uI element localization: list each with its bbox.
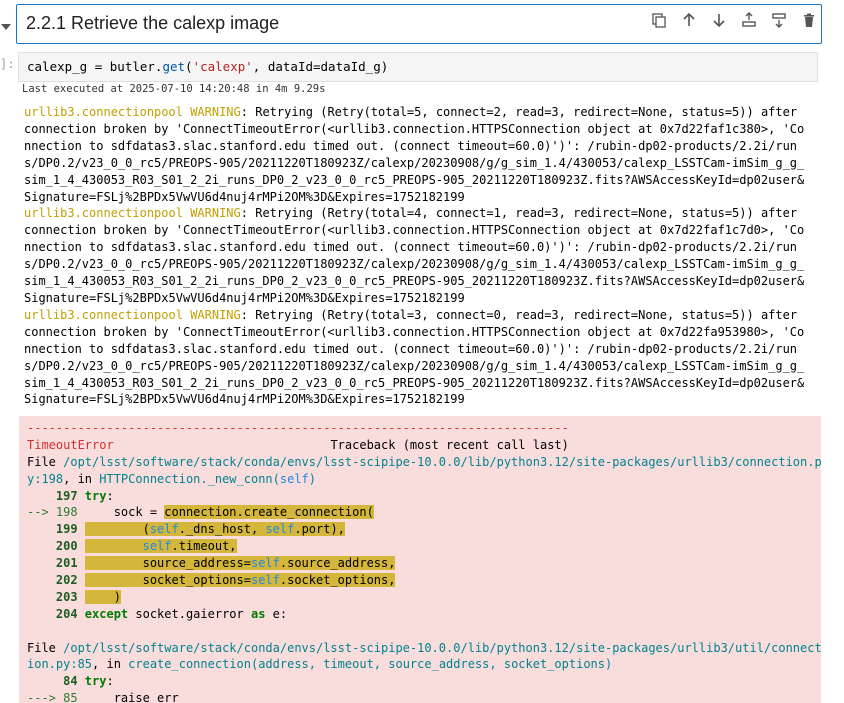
traceback-code-line: 204 except socket.gaierror as e:: [27, 606, 288, 621]
code-line: calexp_g = butler.get('calexp', dataId=d…: [27, 59, 389, 74]
move-down-icon[interactable]: [706, 8, 732, 32]
warning-line: nnection to sdfdatas3.slac.stanford.edu …: [24, 138, 798, 153]
traceback-code-line: 200 self.timeout,: [27, 539, 237, 554]
warning-line: nnection to sdfdatas3.slac.stanford.edu …: [24, 341, 798, 356]
traceback-code-line: 203 ): [27, 589, 121, 604]
cell-prompt: ]:: [0, 57, 15, 71]
execution-time: Last executed at 2025-07-10 14:20:48 in …: [22, 83, 326, 95]
traceback-panel: ----------------------------------------…: [19, 416, 821, 703]
traceback-frame-file: ion.py:85, in create_connection(address,…: [27, 657, 613, 672]
traceback-frame-file: File /opt/lsst/software/stack/conda/envs…: [27, 454, 821, 469]
warning-line: connection broken by 'ConnectTimeoutErro…: [24, 324, 805, 339]
cell-toolbar: [646, 8, 822, 32]
traceback-code-line: 201 source_address=self.source_address,: [27, 556, 396, 571]
markdown-cell[interactable]: 2.2.1 Retrieve the calexp image: [0, 0, 844, 48]
traceback-separator: ----------------------------------------…: [27, 421, 569, 435]
warning-line: nnection to sdfdatas3.slac.stanford.edu …: [24, 240, 798, 255]
warning-line: connection broken by 'ConnectTimeoutErro…: [24, 223, 805, 238]
traceback-code-line: ---> 85 raise err: [27, 691, 179, 703]
collapse-chevron-icon[interactable]: [0, 18, 12, 30]
traceback-frame-file: File /opt/lsst/software/stack/conda/envs…: [27, 640, 821, 655]
traceback-code-line: 199 (self._dns_host, self.port),: [27, 522, 345, 537]
warning-block: urllib3.connectionpool WARNING: Retrying…: [24, 307, 824, 408]
stderr-output: urllib3.connectionpool WARNING: Retrying…: [24, 104, 824, 408]
warning-block: urllib3.connectionpool WARNING: Retrying…: [24, 205, 824, 306]
traceback-code-line: 197 try:: [27, 488, 114, 503]
warning-line: Signature=FSLj%2BPDx5VwVU6d4nuj4rMPi2OM%…: [24, 392, 465, 407]
code-editor[interactable]: calexp_g = butler.get('calexp', dataId=d…: [18, 52, 818, 82]
markdown-heading: 2.2.1 Retrieve the calexp image: [26, 13, 280, 33]
warning-line: s/DP0.2/v23_0_0_rc5/PREOPS-905/20211220T…: [24, 155, 805, 170]
warning-line: urllib3.connectionpool WARNING: Retrying…: [24, 307, 798, 322]
duplicate-cell-icon[interactable]: [646, 8, 672, 32]
warning-line: urllib3.connectionpool WARNING: Retrying…: [24, 105, 798, 119]
warning-line: Signature=FSLj%2BPDx5VwVU6d4nuj4rMPi2OM%…: [24, 189, 465, 204]
insert-above-icon[interactable]: [736, 8, 762, 32]
warning-line: s/DP0.2/v23_0_0_rc5/PREOPS-905/20211220T…: [24, 358, 805, 373]
move-up-icon[interactable]: [676, 8, 702, 32]
warning-line: sim_1_4_430053_R03_S01_2_2i_runs_DP0_2_v…: [24, 375, 805, 390]
warning-line: urllib3.connectionpool WARNING: Retrying…: [24, 206, 798, 221]
delete-cell-icon[interactable]: [796, 8, 822, 32]
traceback-code-line: --> 198 sock = connection.create_connect…: [27, 505, 374, 520]
warning-line: sim_1_4_430053_R03_S01_2_2i_runs_DP0_2_v…: [24, 172, 805, 187]
warning-block: urllib3.connectionpool WARNING: Retrying…: [24, 104, 824, 205]
warning-line: Signature=FSLj%2BPDx5VwVU6d4nuj4rMPi2OM%…: [24, 290, 465, 305]
traceback-header: TimeoutError Traceback (most recent call…: [27, 437, 569, 452]
traceback-frame-file: y:198, in HTTPConnection._new_conn(self): [27, 471, 317, 486]
traceback-code-line: 84 try:: [27, 674, 114, 689]
traceback-code-line: 202 socket_options=self.socket_options,: [27, 573, 396, 588]
warning-line: sim_1_4_430053_R03_S01_2_2i_runs_DP0_2_v…: [24, 274, 805, 289]
warning-line: s/DP0.2/v23_0_0_rc5/PREOPS-905/20211220T…: [24, 257, 805, 272]
insert-below-icon[interactable]: [766, 8, 792, 32]
warning-line: connection broken by 'ConnectTimeoutErro…: [24, 121, 805, 136]
